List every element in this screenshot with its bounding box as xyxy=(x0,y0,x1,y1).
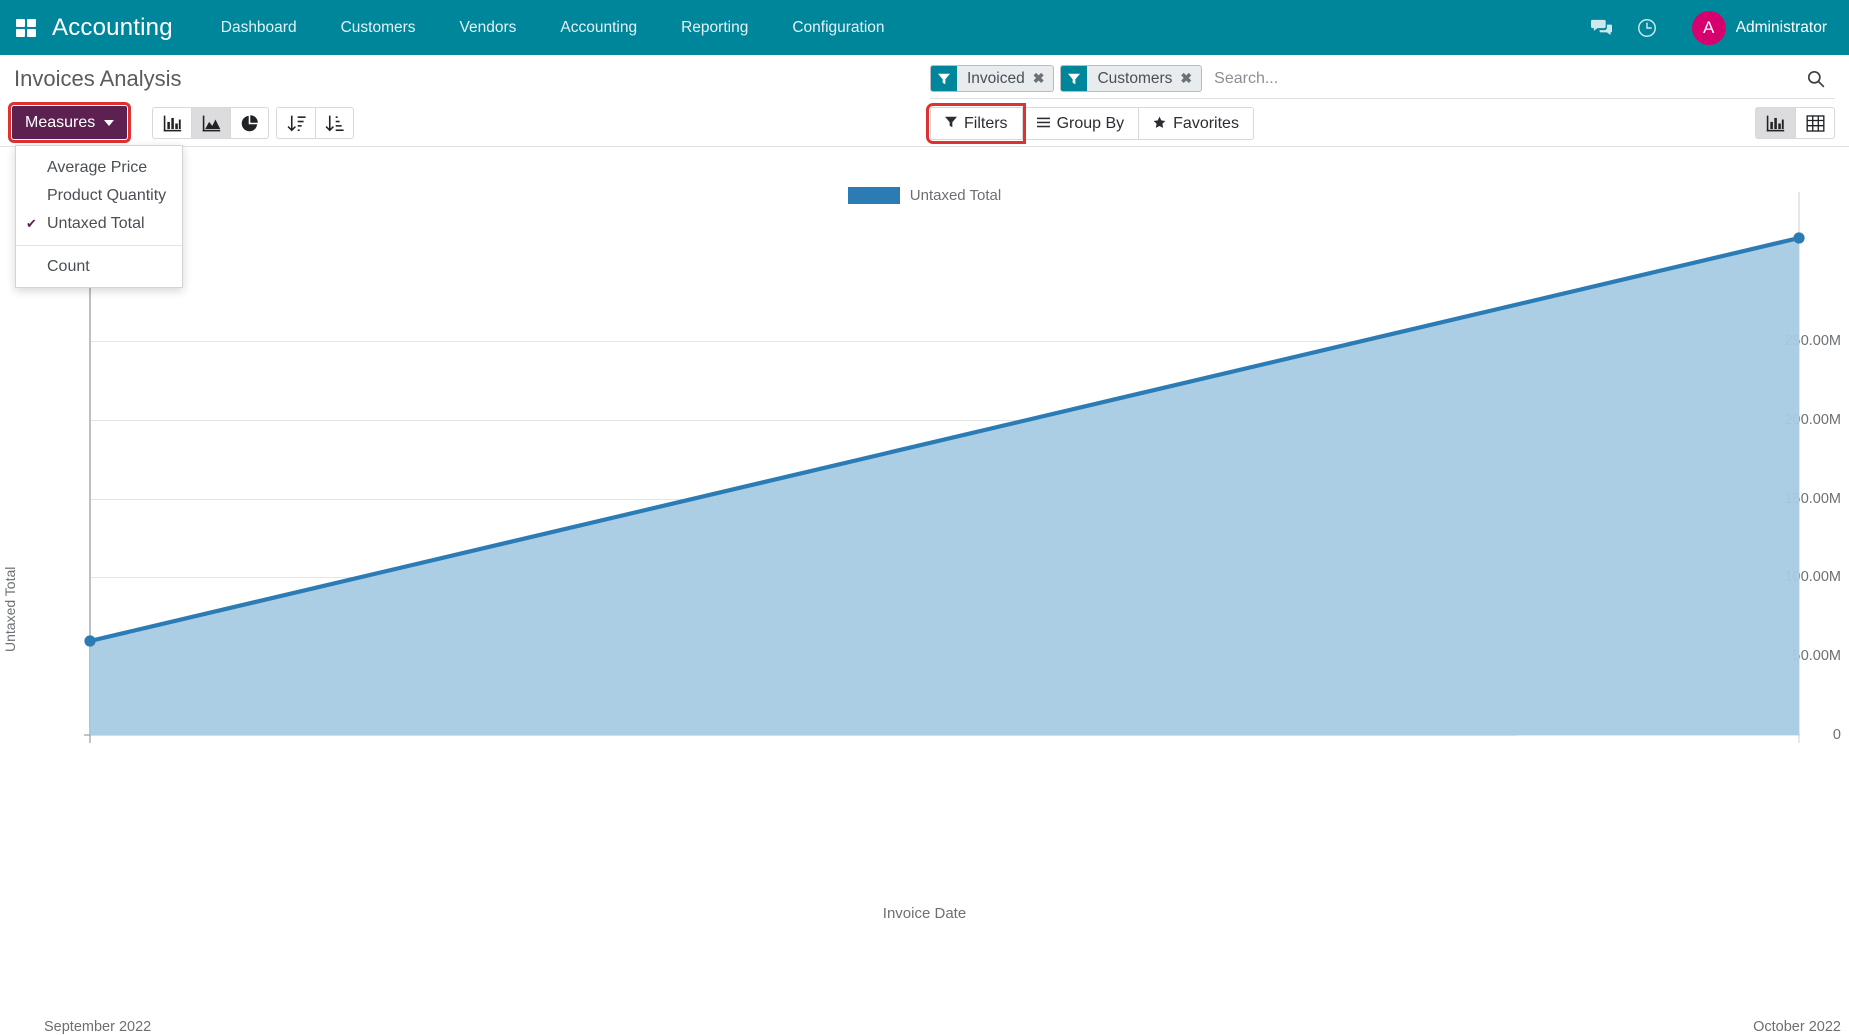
search-view: Invoiced ✖ Customers ✖ xyxy=(930,59,1835,99)
x-axis-tick: September 2022 xyxy=(44,1019,151,1035)
avatar: A xyxy=(1692,11,1726,45)
group-by-button[interactable]: Group By xyxy=(1022,107,1139,140)
graph-view-button[interactable] xyxy=(1755,107,1795,139)
chart-series-svg xyxy=(0,147,1849,935)
menu-item-customers[interactable]: Customers xyxy=(319,0,438,55)
data-point xyxy=(84,635,95,646)
measure-item-untaxed-total[interactable]: ✔ Untaxed Total xyxy=(16,210,182,238)
favorites-button-label: Favorites xyxy=(1173,115,1239,133)
bars-icon xyxy=(1037,116,1050,132)
pie-chart-button[interactable] xyxy=(230,107,269,139)
measures-button[interactable]: Measures xyxy=(12,106,127,139)
menu-item-reporting[interactable]: Reporting xyxy=(659,0,770,55)
messages-icon[interactable] xyxy=(1580,0,1622,55)
filters-button[interactable]: Filters xyxy=(930,107,1022,140)
filter-icon xyxy=(931,66,957,91)
chart-plot: 0 50.00M 100.00M 150.00M 200.00M 250.00M… xyxy=(0,147,1849,935)
measure-label: Untaxed Total xyxy=(47,215,145,233)
search-input[interactable] xyxy=(1208,64,1795,94)
chart-type-button-group xyxy=(152,107,269,139)
menu-item-dashboard[interactable]: Dashboard xyxy=(199,0,319,55)
filters-button-label: Filters xyxy=(964,115,1008,133)
user-menu[interactable]: A Administrator xyxy=(1672,0,1827,55)
filter-icon xyxy=(945,116,957,131)
page-title: Invoices Analysis xyxy=(14,66,182,92)
menu-item-accounting[interactable]: Accounting xyxy=(538,0,659,55)
menu-item-configuration[interactable]: Configuration xyxy=(770,0,906,55)
measures-dropdown-wrapper: Measures Average Price Product Quantity … xyxy=(12,106,127,139)
control-panel-bottom-row: Measures Average Price Product Quantity … xyxy=(0,103,1849,147)
star-icon xyxy=(1153,116,1166,132)
sort-descending-button[interactable] xyxy=(276,107,315,139)
control-panel: Invoices Analysis Invoiced ✖ Customers ✖ xyxy=(0,55,1849,147)
search-facet-invoiced[interactable]: Invoiced ✖ xyxy=(930,65,1054,92)
sort-button-group xyxy=(276,107,354,139)
series-area-untaxed-total xyxy=(90,238,1799,735)
filter-icon xyxy=(1061,66,1087,91)
favorites-button[interactable]: Favorites xyxy=(1138,107,1254,140)
measure-label: Count xyxy=(47,258,90,276)
pivot-view-button[interactable] xyxy=(1795,107,1835,139)
graph-view: Untaxed Total 0 50.00M 100.00M 150.00M 2… xyxy=(0,147,1849,935)
menu-item-vendors[interactable]: Vendors xyxy=(438,0,539,55)
bar-chart-button[interactable] xyxy=(152,107,191,139)
apps-menu-button[interactable] xyxy=(0,0,52,55)
measure-item-count[interactable]: Count xyxy=(16,253,182,281)
dropdown-divider xyxy=(16,245,182,246)
main-menu: Dashboard Customers Vendors Accounting R… xyxy=(199,0,907,55)
x-axis-title: Invoice Date xyxy=(0,905,1849,922)
x-axis-tick: October 2022 xyxy=(1753,1019,1841,1035)
navbar-right-section: A Administrator xyxy=(1580,0,1849,55)
user-name: Administrator xyxy=(1736,19,1827,37)
control-panel-top-row: Invoices Analysis Invoiced ✖ Customers ✖ xyxy=(0,55,1849,103)
measures-dropdown-menu: Average Price Product Quantity ✔ Untaxed… xyxy=(15,145,183,288)
measure-label: Product Quantity xyxy=(47,187,166,205)
chevron-down-icon xyxy=(104,120,114,126)
measure-label: Average Price xyxy=(47,159,147,177)
data-point xyxy=(1793,232,1804,243)
close-icon[interactable]: ✖ xyxy=(1180,70,1192,87)
sort-ascending-button[interactable] xyxy=(315,107,354,139)
apps-grid-icon xyxy=(16,19,36,37)
y-axis-title: Untaxed Total xyxy=(2,567,18,652)
search-icon[interactable] xyxy=(1795,63,1835,95)
app-brand-accounting[interactable]: Accounting xyxy=(52,14,199,42)
search-facet-label: Invoiced xyxy=(967,70,1025,88)
filter-bar: Filters Group By Favorites xyxy=(930,107,1254,140)
search-facet-customers[interactable]: Customers ✖ xyxy=(1060,65,1202,92)
view-switcher xyxy=(1755,107,1835,139)
top-navbar: Accounting Dashboard Customers Vendors A… xyxy=(0,0,1849,55)
check-icon: ✔ xyxy=(26,216,40,232)
clock-icon[interactable] xyxy=(1626,0,1668,55)
close-icon[interactable]: ✖ xyxy=(1033,70,1045,87)
group-by-button-label: Group By xyxy=(1057,115,1125,133)
search-facet-label: Customers xyxy=(1097,70,1172,88)
measures-button-label: Measures xyxy=(25,114,95,132)
line-chart-button[interactable] xyxy=(191,107,230,139)
measure-item-average-price[interactable]: Average Price xyxy=(16,154,182,182)
measure-item-product-quantity[interactable]: Product Quantity xyxy=(16,182,182,210)
